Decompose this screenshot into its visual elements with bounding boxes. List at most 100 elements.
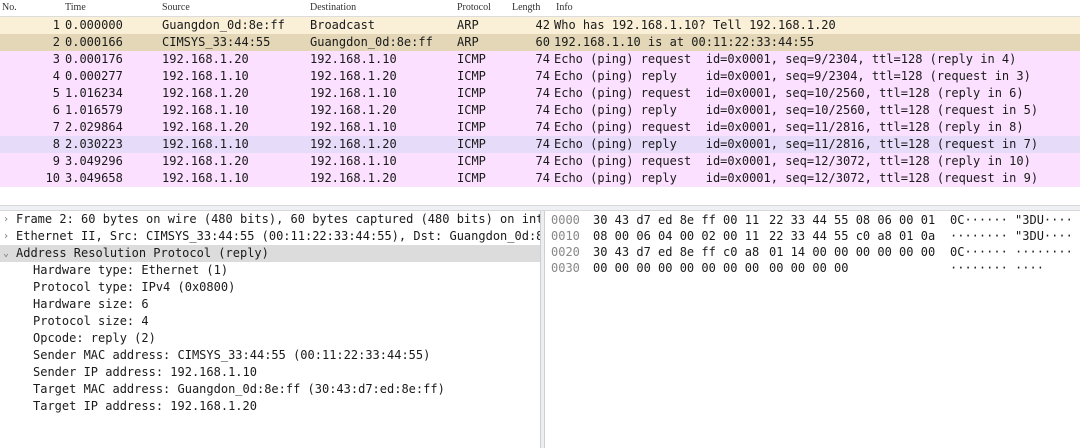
cell-time: 0.000000 (65, 18, 123, 32)
tree-item-arp-field[interactable]: Target IP address: 192.168.1.20 (0, 398, 540, 415)
col-header-length[interactable]: Length (512, 2, 540, 13)
cell-info: Echo (ping) reply id=0x0001, seq=9/2304,… (554, 69, 1031, 83)
cell-destination: 192.168.1.10 (310, 86, 397, 100)
byte-hex-right: 01 14 00 00 00 00 00 00 (769, 245, 936, 259)
cell-length: 74 (535, 52, 550, 66)
cell-no: 4 (52, 69, 60, 83)
cell-info: Echo (ping) reply id=0x0001, seq=12/3072… (554, 171, 1039, 185)
cell-protocol: ICMP (457, 137, 486, 151)
packet-bytes-pane[interactable]: 0000 30 43 d7 ed 8e ff 00 11 22 33 44 55 0… (545, 211, 1080, 448)
cell-destination: 192.168.1.10 (310, 154, 397, 168)
packet-row[interactable]: 3 0.000176 192.168.1.20 192.168.1.10 ICMP 74 E… (0, 51, 1080, 68)
byte-row[interactable]: 0000 30 43 d7 ed 8e ff 00 11 22 33 44 55 0… (545, 212, 1080, 228)
tree-item-arp-field[interactable]: Sender IP address: 192.168.1.10 (0, 364, 540, 381)
packet-row[interactable]: 7 2.029864 192.168.1.20 192.168.1.10 ICMP 74 E… (0, 119, 1080, 136)
cell-source: 192.168.1.10 (162, 171, 249, 185)
cell-length: 74 (535, 86, 550, 100)
packet-row[interactable]: 6 1.016579 192.168.1.10 192.168.1.20 ICMP 74 E… (0, 102, 1080, 119)
tree-item-ethernet[interactable]: › Ethernet II, Src: CIMSYS_33:44:55 (00:… (0, 228, 540, 245)
byte-hex-right: 00 00 00 00 (769, 261, 849, 275)
packet-row[interactable]: 1 0.000000 Guangdon_0d:8e:ff Broadcast ARP 42… (0, 17, 1080, 34)
cell-source: 192.168.1.10 (162, 103, 249, 117)
packet-row[interactable]: 4 0.000277 192.168.1.10 192.168.1.20 ICMP 74 E… (0, 68, 1080, 85)
cell-info: Echo (ping) request id=0x0001, seq=11/28… (554, 120, 1024, 134)
col-header-source[interactable]: Source (162, 2, 190, 13)
tree-item-arp-field[interactable]: Sender MAC address: CIMSYS_33:44:55 (00:… (0, 347, 540, 364)
byte-rows: 0000 30 43 d7 ed 8e ff 00 11 22 33 44 55 0… (545, 211, 1080, 276)
cell-no: 9 (52, 154, 60, 168)
packet-row[interactable]: 2 0.000166 CIMSYS_33:44:55 Guangdon_0d:8e:f… (0, 34, 1080, 51)
cell-time: 3.049658 (65, 171, 123, 185)
byte-row[interactable]: 0030 00 00 00 00 00 00 00 00 00 00 00 00 ··… (545, 260, 1080, 276)
tree-item-frame[interactable]: › Frame 2: 60 bytes on wire (480 bits), … (0, 211, 540, 228)
col-header-time[interactable]: Time (65, 2, 86, 13)
cell-no: 10 (45, 171, 60, 185)
col-header-protocol[interactable]: Protocol (457, 2, 491, 13)
packet-row[interactable]: 10 3.049658 192.168.1.10 192.168.1.20 ICMP 74… (0, 170, 1080, 187)
cell-destination: 192.168.1.20 (310, 69, 397, 83)
cell-length: 74 (535, 137, 550, 151)
cell-length: 60 (535, 35, 550, 49)
cell-no: 6 (52, 103, 60, 117)
cell-info: Echo (ping) reply id=0x0001, seq=11/2816… (554, 137, 1039, 151)
cell-protocol: ICMP (457, 171, 486, 185)
byte-ascii: ········ "3DU···· (950, 229, 1073, 243)
col-header-info[interactable]: Info (556, 2, 573, 13)
cell-protocol: ARP (457, 18, 479, 32)
cell-destination: 192.168.1.20 (310, 103, 397, 117)
byte-offset: 0000 (551, 213, 580, 227)
cell-source: 192.168.1.10 (162, 69, 249, 83)
tree-item-arp-field[interactable]: Protocol size: 4 (0, 313, 540, 330)
cell-destination: 192.168.1.20 (310, 171, 397, 185)
tree-item-arp-field[interactable]: Target MAC address: Guangdon_0d:8e:ff (3… (0, 381, 540, 398)
cell-no: 1 (52, 18, 60, 32)
packet-details-tree[interactable]: › Frame 2: 60 bytes on wire (480 bits), … (0, 211, 540, 448)
cell-protocol: ICMP (457, 120, 486, 134)
tree-item-arp-field[interactable]: Protocol type: IPv4 (0x0800) (0, 279, 540, 296)
packet-row[interactable]: 8 2.030223 192.168.1.10 192.168.1.20 ICMP 74 E… (0, 136, 1080, 153)
cell-length: 74 (535, 103, 550, 117)
cell-destination: Broadcast (310, 18, 376, 32)
packet-row[interactable]: 9 3.049296 192.168.1.20 192.168.1.10 ICMP 74 E… (0, 153, 1080, 170)
cell-source: CIMSYS_33:44:55 (162, 35, 271, 49)
collapse-arrow-icon[interactable]: ⌄ (3, 245, 13, 262)
packet-row[interactable]: 5 1.016234 192.168.1.20 192.168.1.10 ICMP 74 E… (0, 85, 1080, 102)
cell-protocol: ARP (457, 35, 479, 49)
cell-info: Echo (ping) request id=0x0001, seq=12/30… (554, 154, 1031, 168)
byte-hex-left: 30 43 d7 ed 8e ff 00 11 (593, 213, 760, 227)
col-header-no[interactable]: No. (2, 2, 17, 13)
cell-length: 74 (535, 154, 550, 168)
cell-info: 192.168.1.10 is at 00:11:22:33:44:55 (554, 35, 815, 49)
cell-time: 1.016579 (65, 103, 123, 117)
cell-protocol: ICMP (457, 154, 486, 168)
cell-time: 2.030223 (65, 137, 123, 151)
cell-info: Echo (ping) reply id=0x0001, seq=10/2560… (554, 103, 1039, 117)
expand-arrow-icon[interactable]: › (3, 228, 13, 245)
tree-item-arp-field[interactable]: Opcode: reply (2) (0, 330, 540, 347)
tree-item-arp[interactable]: ⌄ Address Resolution Protocol (reply) (0, 245, 540, 262)
cell-source: 192.168.1.20 (162, 120, 249, 134)
expand-arrow-icon[interactable]: › (3, 211, 13, 228)
byte-ascii: 0C······ ········ (950, 245, 1073, 259)
tree-item-arp-field[interactable]: Hardware size: 6 (0, 296, 540, 313)
packet-list[interactable]: No. Time Source Destination Protocol Len… (0, 0, 1080, 205)
byte-ascii: ········ ···· (950, 261, 1044, 275)
byte-ascii: 0C······ "3DU···· (950, 213, 1073, 227)
cell-source: Guangdon_0d:8e:ff (162, 18, 285, 32)
cell-protocol: ICMP (457, 86, 486, 100)
cell-no: 7 (52, 120, 60, 134)
byte-hex-right: 22 33 44 55 08 06 00 01 (769, 213, 936, 227)
byte-row[interactable]: 0020 30 43 d7 ed 8e ff c0 a8 01 14 00 00 0… (545, 244, 1080, 260)
byte-offset: 0010 (551, 229, 580, 243)
cell-no: 5 (52, 86, 60, 100)
byte-row[interactable]: 0010 08 00 06 04 00 02 00 11 22 33 44 55 c… (545, 228, 1080, 244)
cell-no: 3 (52, 52, 60, 66)
cell-destination: 192.168.1.10 (310, 120, 397, 134)
tree-item-arp-field[interactable]: Hardware type: Ethernet (1) (0, 262, 540, 279)
tree-item-label: Ethernet II, Src: CIMSYS_33:44:55 (00:11… (16, 229, 540, 243)
cell-source: 192.168.1.20 (162, 86, 249, 100)
col-header-destination[interactable]: Destination (310, 2, 356, 13)
cell-length: 42 (535, 18, 550, 32)
cell-time: 0.000176 (65, 52, 123, 66)
tree-item-label: Frame 2: 60 bytes on wire (480 bits), 60… (16, 212, 540, 226)
